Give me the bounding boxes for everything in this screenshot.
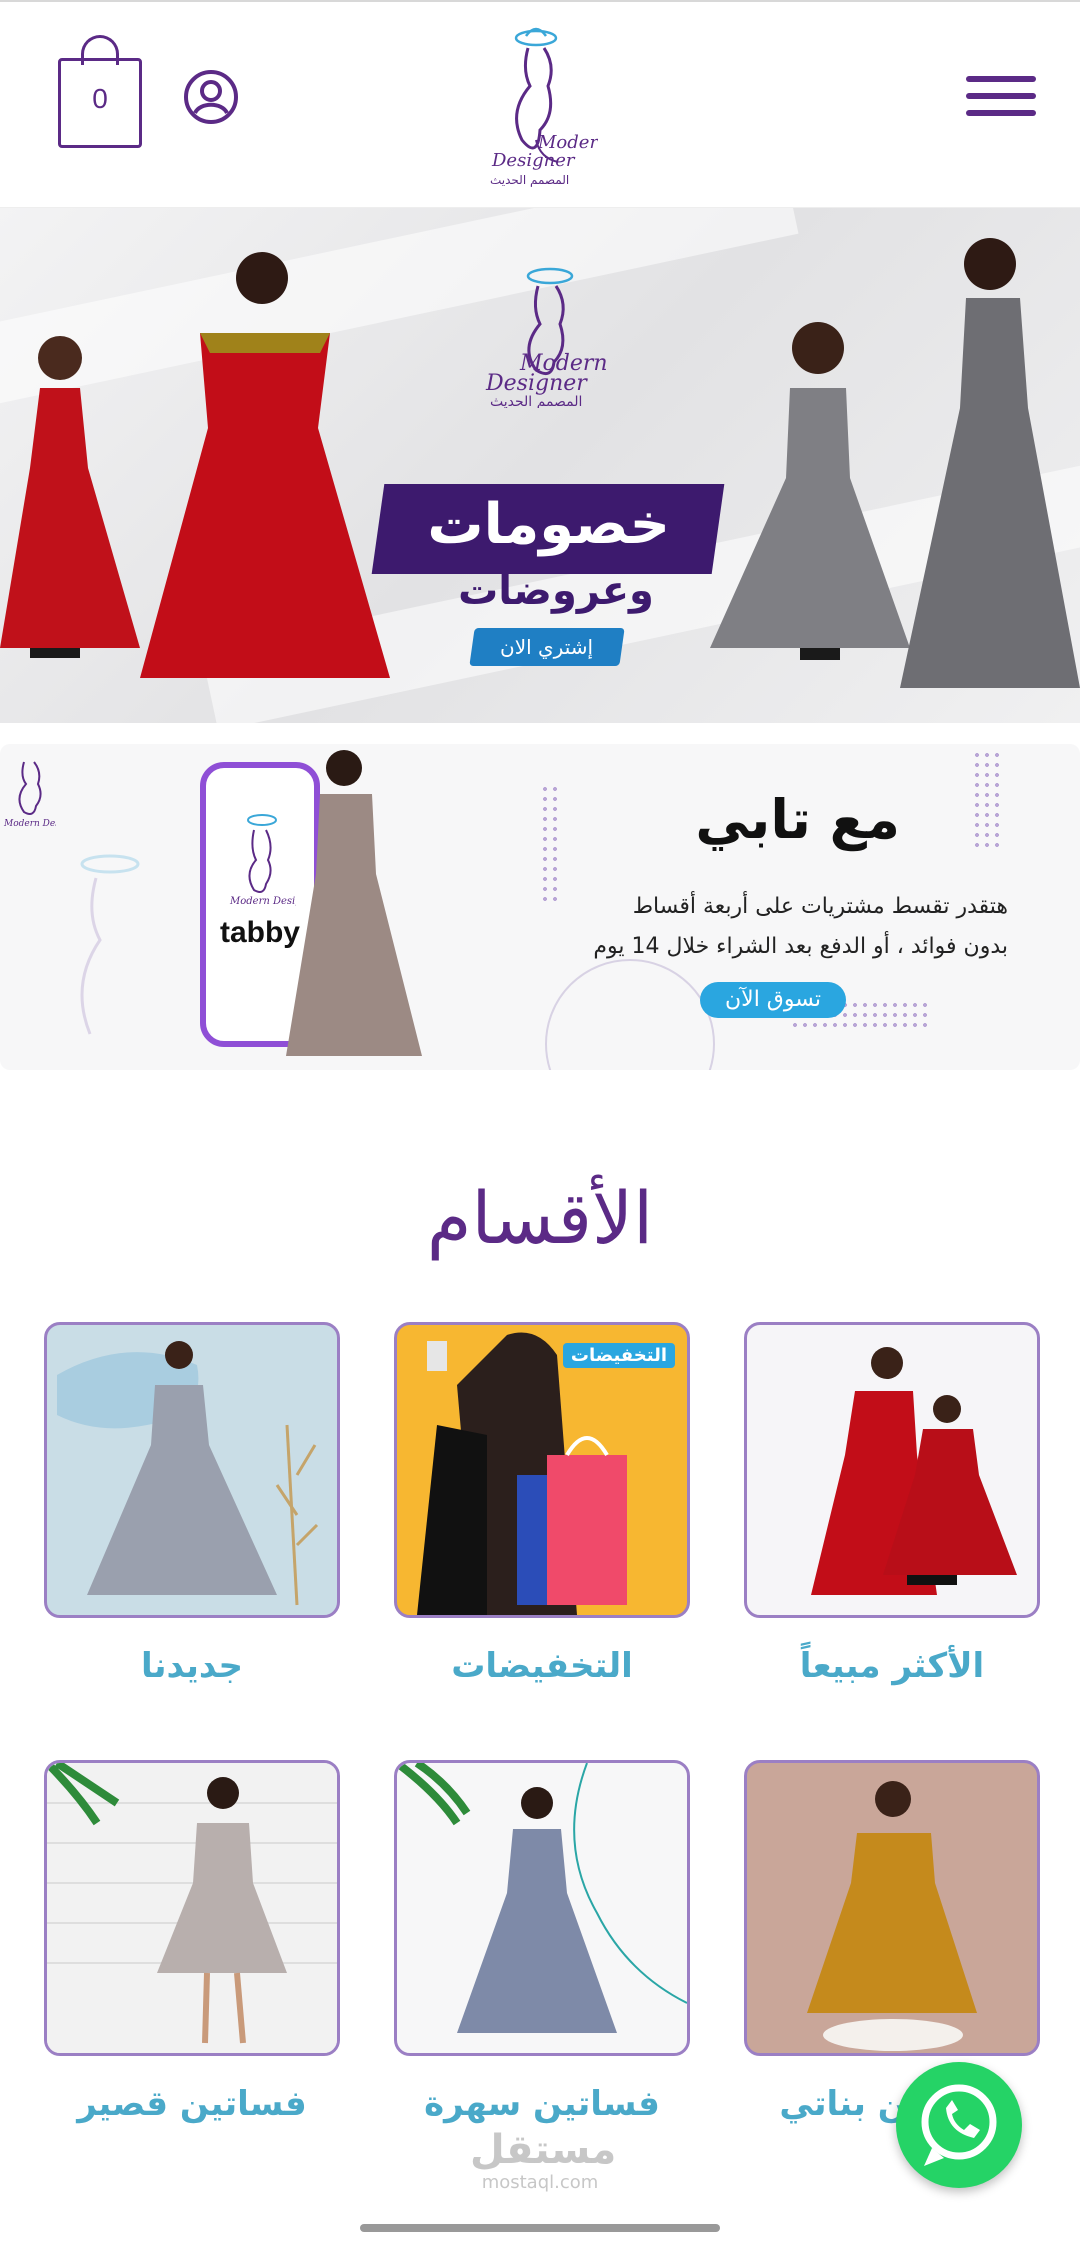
dots-decoration — [972, 750, 1002, 850]
category-label-short[interactable]: فساتين قصير — [44, 2084, 340, 2124]
whatsapp-button[interactable] — [896, 2062, 1022, 2188]
tabby-banner[interactable]: Modern Designer Modern Designer tabby مع… — [0, 744, 1080, 1070]
gray-gown-woman-image — [900, 238, 1080, 688]
buy-now-button[interactable]: إشتري الان — [469, 628, 625, 666]
sale-banner[interactable]: Modern Designer المصمم الحديث خصومات وعر… — [0, 208, 1080, 723]
red-gown-woman-image — [140, 252, 390, 678]
red-dress-girl-image — [0, 336, 140, 658]
whatsapp-icon — [921, 2084, 997, 2166]
watermark-arabic: مستقل — [470, 2127, 617, 2173]
category-label-bestsellers[interactable]: الأكثر مبيعاً — [744, 1646, 1040, 1686]
category-tile-bestsellers[interactable] — [744, 1322, 1040, 1618]
banner-logo-designer: Designer — [485, 371, 588, 396]
evening-dress-image — [397, 1763, 687, 2033]
promo-title-box: خصومات — [371, 484, 725, 574]
gray-dress-image — [57, 1341, 319, 1606]
buy-now-label: إشتري الان — [500, 635, 594, 659]
watermark-url: mostaql.com — [481, 2172, 599, 2193]
gray-dress-girl-image — [710, 322, 910, 660]
corner-logo-text: Modern Designer — [3, 819, 56, 829]
banner-logo: Modern Designer المصمم الحديث — [485, 267, 608, 408]
mostaql-watermark: مستقل mostaql.com — [470, 2127, 617, 2193]
circle-decoration — [545, 959, 715, 1070]
shop-now-button[interactable]: تسوق الآن — [700, 982, 846, 1018]
cart-bag-icon — [81, 35, 119, 65]
category-tile-girls[interactable] — [744, 1760, 1040, 2056]
logo-text-arabic: المصمم الحديث — [490, 173, 569, 187]
logo-text-designer: Designer — [491, 150, 576, 171]
shopping-bags-image — [417, 1332, 627, 1615]
category-tile-new[interactable] — [44, 1322, 340, 1618]
category-tile-sales[interactable]: التخفيضات — [394, 1322, 690, 1618]
red-dresses-image — [811, 1347, 1017, 1595]
short-dress-image — [47, 1763, 337, 2053]
dots-decoration — [540, 784, 560, 904]
tabby-line-1: هتقدر تقسط مشتريات على أربعة أقساط — [632, 894, 1008, 919]
gold-dress-image — [807, 1781, 977, 2051]
category-label-sales[interactable]: التخفيضات — [394, 1646, 690, 1686]
cart-count: 0 — [92, 83, 108, 114]
category-tile-evening[interactable] — [394, 1760, 690, 2056]
category-tile-short[interactable] — [44, 1760, 340, 2056]
category-label-new[interactable]: جديدنا — [44, 1646, 340, 1686]
banner-logo-arabic: المصمم الحديث — [490, 394, 582, 408]
beige-dress-woman-image — [286, 750, 422, 1056]
tabby-title: مع تابي — [695, 788, 900, 851]
tabby-line-2: بدون فوائد ، أو الدفع بعد الشراء خلال 14… — [593, 934, 1008, 959]
sales-tag: التخفيضات — [562, 1343, 675, 1368]
sections-title: الأقسام — [426, 1176, 654, 1260]
brand-logo[interactable]: Modern Designer المصمم الحديث — [478, 20, 598, 190]
cart-button[interactable]: 0 — [58, 35, 142, 148]
home-indicator[interactable] — [360, 2224, 720, 2232]
user-account-icon[interactable] — [182, 68, 240, 126]
corner-logo: Modern Designer — [3, 761, 56, 829]
promo-title: خصومات — [427, 492, 670, 557]
site-header: 0 Modern Designer المصمم الحديث — [0, 2, 1080, 208]
category-label-evening[interactable]: فساتين سهرة — [394, 2084, 690, 2124]
faded-logo-watermark — [80, 854, 140, 1035]
hamburger-menu-icon[interactable] — [966, 76, 1036, 126]
